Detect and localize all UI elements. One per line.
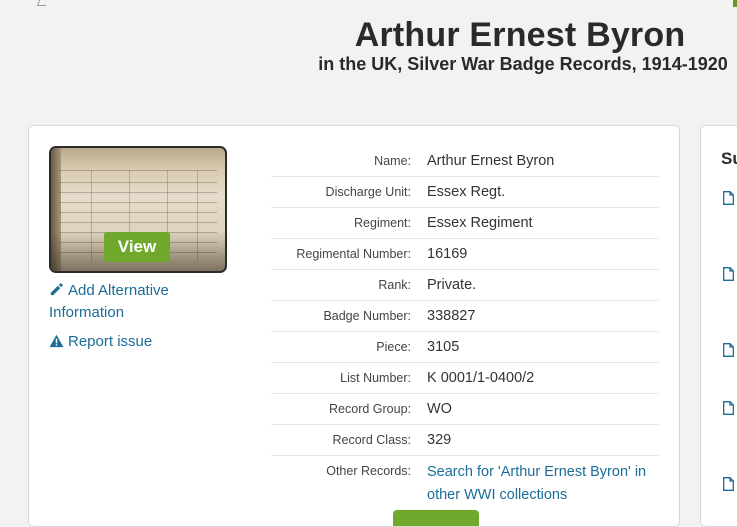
field-row-piece: Piece: 3105 xyxy=(271,332,659,363)
field-label: Name: xyxy=(374,154,411,168)
field-label: Discharge Unit: xyxy=(325,185,411,199)
add-alternative-info-label: Add Alternative Information xyxy=(49,282,169,321)
page-title: Arthur Ernest Byron xyxy=(354,16,686,54)
field-row-badge-number: Badge Number: 338827 xyxy=(271,301,659,332)
field-value: Essex Regiment xyxy=(427,215,533,231)
field-row-record-group: Record Group: WO xyxy=(271,394,659,425)
pencil-icon xyxy=(49,282,64,303)
field-row-discharge-unit: Discharge Unit: Essex Regt. xyxy=(271,177,659,208)
record-fields: Name: Arthur Ernest Byron Discharge Unit… xyxy=(271,146,659,507)
field-label: List Number: xyxy=(340,371,411,385)
field-row-list-number: List Number: K 0001/1-0400/2 xyxy=(271,363,659,394)
document-icon xyxy=(723,191,734,205)
ledger-line xyxy=(59,182,217,183)
field-value: 338827 xyxy=(427,308,476,324)
field-row-regiment: Regiment: Essex Regiment xyxy=(271,208,659,239)
field-value: 329 xyxy=(427,432,452,448)
record-card: View Add Alternative Information Report … xyxy=(28,125,680,527)
field-value: K 0001/1-0400/2 xyxy=(427,370,535,386)
field-label: Other Records: xyxy=(326,464,411,478)
field-row-other-records: Other Records: Search for 'Arthur Ernest… xyxy=(271,456,659,507)
field-label: Badge Number: xyxy=(323,309,411,323)
ledger-line xyxy=(59,202,217,203)
field-label: Regimental Number: xyxy=(296,247,411,261)
add-alternative-info-link[interactable]: Add Alternative Information xyxy=(49,281,219,323)
suggested-records-panel: Su xyxy=(700,125,737,527)
ledger-line xyxy=(59,170,217,171)
field-row-name: Name: Arthur Ernest Byron xyxy=(271,146,659,177)
report-issue-label: Report issue xyxy=(68,333,153,350)
ledger-line xyxy=(59,222,217,223)
field-label: Rank: xyxy=(378,278,411,292)
suggested-records-heading: Su xyxy=(721,149,737,168)
save-record-button[interactable] xyxy=(393,510,479,526)
field-value: WO xyxy=(427,401,452,417)
report-issue-link[interactable]: Report issue xyxy=(49,332,152,354)
view-button[interactable]: View xyxy=(104,232,170,262)
field-label: Piece: xyxy=(376,340,411,354)
field-row-rank: Rank: Private. xyxy=(271,270,659,301)
field-value: Private. xyxy=(427,277,477,293)
other-records-search-link[interactable]: Search for 'Arthur Ernest Byron' in othe… xyxy=(427,461,647,507)
field-row-record-class: Record Class: 329 xyxy=(271,425,659,456)
document-icon xyxy=(723,343,734,357)
document-icon xyxy=(723,401,734,415)
top-accent-bar xyxy=(733,0,737,7)
document-icon xyxy=(723,477,734,491)
field-label: Record Group: xyxy=(329,402,411,416)
document-icon xyxy=(723,267,734,281)
field-label: Record Class: xyxy=(332,433,412,447)
record-image-thumbnail[interactable]: View xyxy=(49,146,227,273)
field-value: Arthur Ernest Byron xyxy=(427,153,555,169)
field-label: Regiment: xyxy=(354,216,411,230)
field-value: Essex Regt. xyxy=(427,184,506,200)
warning-icon xyxy=(49,334,64,354)
ledger-line xyxy=(59,192,217,193)
page-subtitle: in the UK, Silver War Badge Records, 191… xyxy=(318,54,728,74)
field-value: 16169 xyxy=(427,246,468,262)
top-fragment xyxy=(36,0,49,6)
ledger-line xyxy=(59,212,217,213)
field-row-regimental-number: Regimental Number: 16169 xyxy=(271,239,659,270)
field-value: 3105 xyxy=(427,339,460,355)
